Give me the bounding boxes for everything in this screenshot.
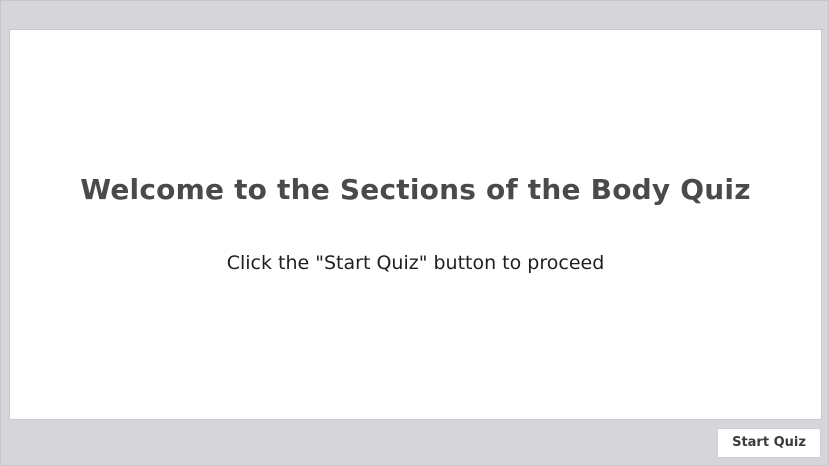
quiz-player-frame: Welcome to the Sections of the Body Quiz… [0,0,829,466]
start-quiz-button[interactable]: Start Quiz [717,428,821,458]
quiz-slide: Welcome to the Sections of the Body Quiz… [9,29,822,420]
quiz-instructions: Click the "Start Quiz" button to proceed [226,252,605,274]
quiz-title: Welcome to the Sections of the Body Quiz [80,173,751,206]
